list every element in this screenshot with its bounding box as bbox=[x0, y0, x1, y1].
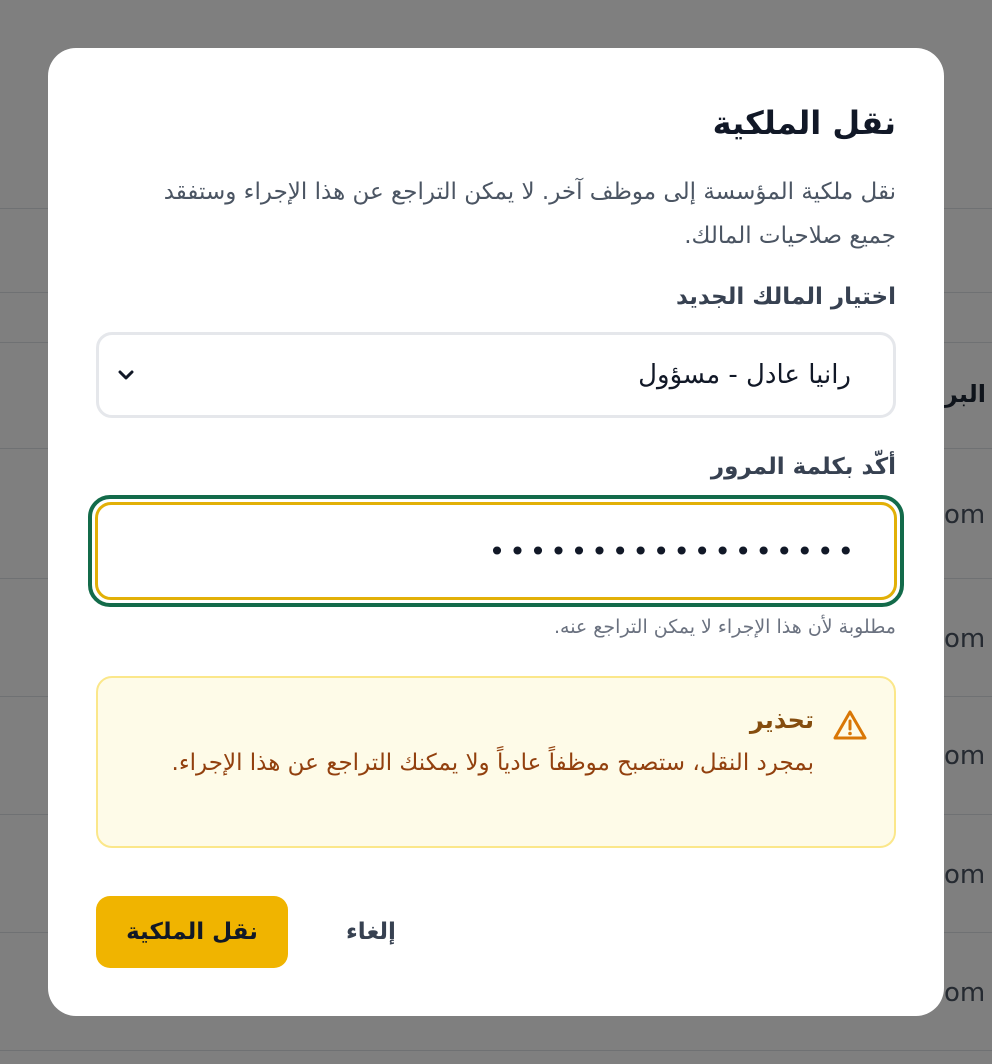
password-helper-text: مطلوبة لأن هذا الإجراء لا يمكن التراجع ع… bbox=[553, 616, 896, 638]
new-owner-select[interactable]: رانيا عادل - مسؤول bbox=[96, 332, 896, 418]
warning-triangle-icon bbox=[832, 708, 868, 744]
new-owner-label: اختيار المالك الجديد bbox=[675, 284, 896, 310]
new-owner-selected-value: رانيا عادل - مسؤول bbox=[638, 360, 851, 390]
password-masked-value: •••••••••••••••••• bbox=[488, 534, 858, 568]
cancel-button[interactable]: إلغاء bbox=[308, 896, 434, 968]
dialog-title: نقل الملكية bbox=[712, 104, 896, 142]
password-label: أكّد بكلمة المرور bbox=[710, 454, 896, 480]
password-field[interactable]: •••••••••••••••••• bbox=[95, 502, 897, 600]
warning-title: تحذير bbox=[749, 706, 814, 734]
chevron-down-icon bbox=[115, 364, 137, 386]
warning-text: بمجرد النقل، ستصبح موظفاً عادياً ولا يمك… bbox=[171, 750, 814, 776]
password-focus-ring: •••••••••••••••••• bbox=[88, 495, 904, 607]
transfer-ownership-button[interactable]: نقل الملكية bbox=[96, 896, 288, 968]
dialog-description: نقل ملكية المؤسسة إلى موظف آخر. لا يمكن … bbox=[163, 179, 896, 249]
transfer-ownership-dialog: نقل الملكية نقل ملكية المؤسسة إلى موظف آ… bbox=[48, 48, 944, 1016]
warning-alert: تحذير بمجرد النقل، ستصبح موظفاً عادياً و… bbox=[96, 676, 896, 848]
